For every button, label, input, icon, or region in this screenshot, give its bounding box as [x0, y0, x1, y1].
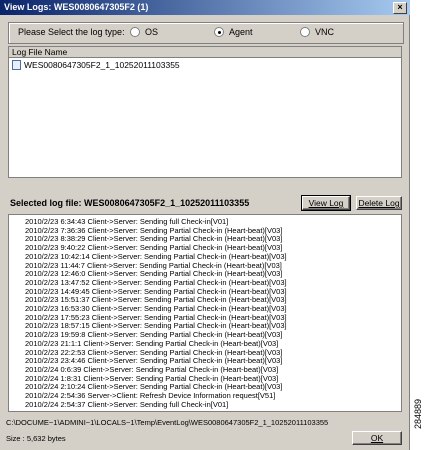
- log-file-path: C:\DOCUME~1\ADMINI~1\LOCALS~1\Temp\Event…: [6, 418, 329, 427]
- radio-os-dot[interactable]: [130, 27, 140, 37]
- log-type-prompt: Please Select the log type:: [18, 27, 125, 37]
- radio-agent-label: Agent: [229, 27, 253, 37]
- radio-vnc[interactable]: VNC: [300, 27, 334, 37]
- log-line: 2010/2/24 0:6:39 Client->Server: Sending…: [25, 364, 279, 374]
- log-line: 2010/2/23 6:34:43 Client->Server: Sendin…: [25, 217, 229, 226]
- log-content[interactable]: 2010/2/23 6:34:43 Client->Server: Sendin…: [8, 214, 402, 412]
- close-button[interactable]: ×: [393, 2, 407, 14]
- selected-log-value: WES0080647305F2_1_10252011103355: [84, 198, 250, 208]
- figure-id: 284889: [409, 391, 427, 437]
- selected-log-label: Selected log file:: [10, 198, 82, 208]
- log-line: 2010/2/23 23:4:46 Client->Server: Sendin…: [25, 356, 283, 366]
- log-line: 2010/2/23 9:40:22 Client->Server: Sendin…: [25, 243, 283, 253]
- log-line: 2010/2/23 14:49:45 Client->Server: Sendi…: [25, 286, 287, 296]
- view-log-button[interactable]: View Log: [301, 195, 351, 211]
- log-line: 2010/2/23 13:47:52 Client->Server: Sendi…: [25, 277, 287, 287]
- view-logs-window: View Logs: WES0080647305F2 (1) × Please …: [0, 0, 410, 450]
- radio-os-label: OS: [145, 27, 159, 37]
- ok-button[interactable]: OK: [352, 431, 402, 445]
- log-line: 2010/2/24 2:54:36 Server->Client: Refres…: [25, 391, 276, 400]
- list-item-label: WES0080647305F2_1_10252011103355: [24, 59, 180, 70]
- log-line: 2010/2/23 7:36:36 Client->Server: Sendin…: [25, 225, 283, 235]
- radio-agent-dot[interactable]: [214, 27, 224, 37]
- log-line: 2010/2/23 22:2:53 Client->Server: Sendin…: [25, 347, 283, 357]
- radio-agent[interactable]: Agent: [214, 27, 253, 37]
- log-line: 2010/2/23 21:1:1 Client->Server: Sending…: [25, 338, 279, 348]
- figure-id-label: 284889: [413, 398, 423, 430]
- log-file-list-header[interactable]: Log File Name: [9, 47, 401, 58]
- log-line: 2010/2/23 19:59:8 Client->Server: Sendin…: [25, 330, 283, 340]
- log-line: 2010/2/23 15:51:37 Client->Server: Sendi…: [25, 295, 287, 305]
- log-file-size: Size : 5,632 bytes: [6, 434, 66, 443]
- log-line: 2010/2/23 16:53:30 Client->Server: Sendi…: [25, 304, 287, 313]
- window-title: View Logs: WES0080647305F2 (1): [4, 2, 149, 12]
- log-line: 2010/2/23 10:42:14 Client->Server: Sendi…: [25, 251, 287, 261]
- log-line: 2010/2/24 2:54:37 Client->Server: Sendin…: [25, 399, 229, 409]
- delete-log-button[interactable]: Delete Log: [356, 196, 402, 210]
- radio-vnc-dot[interactable]: [300, 27, 310, 37]
- radio-os[interactable]: OS: [130, 27, 158, 37]
- log-file-list[interactable]: Log File Name WES0080647305F2_1_10252011…: [8, 46, 402, 178]
- log-line: 2010/2/24 2:10:24 Client->Server: Sendin…: [25, 382, 283, 392]
- selected-log-file: Selected log file: WES0080647305F2_1_102…: [10, 198, 249, 208]
- title-bar: View Logs: WES0080647305F2 (1) ×: [0, 0, 410, 15]
- log-line: 2010/2/23 11:44:7 Client->Server: Sendin…: [25, 260, 282, 270]
- log-line: 2010/2/23 17:55:23 Client->Server: Sendi…: [25, 312, 287, 322]
- log-line: 2010/2/24 1:8:31 Client->Server: Sending…: [25, 373, 279, 383]
- list-item[interactable]: WES0080647305F2_1_10252011103355: [9, 59, 401, 70]
- log-line: 2010/2/23 18:57:15 Client->Server: Sendi…: [25, 321, 287, 331]
- log-line: 2010/2/23 12:46:0 Client->Server: Sendin…: [25, 269, 283, 279]
- log-line: 2010/2/23 8:38:29 Client->Server: Sendin…: [25, 234, 283, 244]
- radio-vnc-label: VNC: [315, 27, 335, 37]
- file-icon: [12, 59, 21, 70]
